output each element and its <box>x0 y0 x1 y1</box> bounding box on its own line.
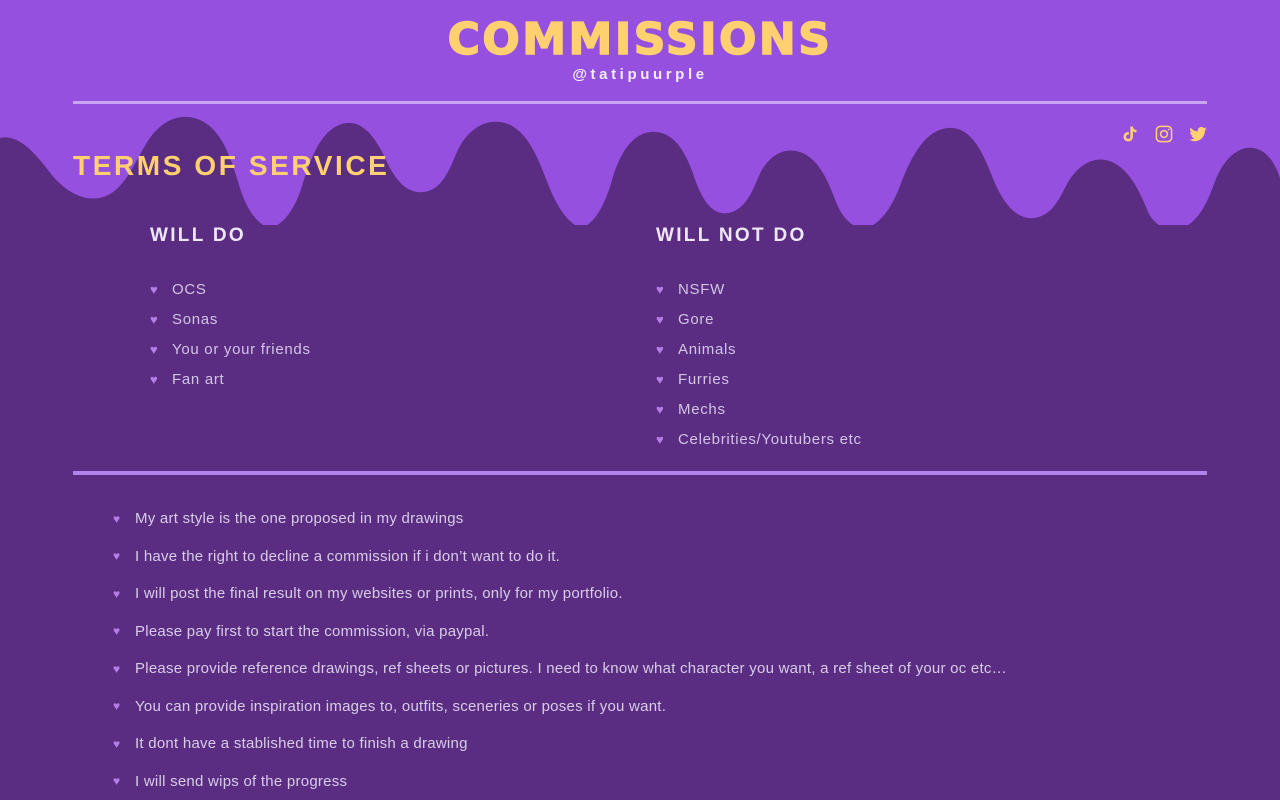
term-text: You can provide inspiration images to, o… <box>135 697 667 715</box>
term-text: Please pay first to start the commission… <box>135 622 490 640</box>
heart-bullet-icon: ♥ <box>113 661 121 676</box>
will-do-list: ♥ OCS ♥ Sonas ♥ You or your friends ♥ Fa… <box>150 274 610 394</box>
term-text: I have the right to decline a commission… <box>135 547 561 565</box>
heart-bullet-icon: ♥ <box>113 624 121 639</box>
heart-bullet-icon: ♥ <box>113 549 121 564</box>
heart-bullet-icon: ♥ <box>113 586 121 601</box>
heart-bullet-icon: ♥ <box>656 401 665 417</box>
will-do-title: WILL DO <box>150 225 246 246</box>
list-item: ♥ Celebrities/Youtubers etc <box>656 424 1156 454</box>
list-item: ♥ Animals <box>656 334 1156 364</box>
list-item: ♥ NSFW <box>656 274 1156 304</box>
heart-bullet-icon: ♥ <box>150 341 159 357</box>
list-item-label: Mechs <box>678 400 726 418</box>
list-item: ♥ OCS <box>150 274 610 304</box>
divider-top <box>73 101 1207 104</box>
terms-list: ♥ My art style is the one proposed in my… <box>0 500 1280 800</box>
heart-bullet-icon: ♥ <box>150 371 159 387</box>
heart-bullet-icon: ♥ <box>113 511 121 526</box>
term-text: Please provide reference drawings, ref s… <box>135 660 1007 678</box>
heart-bullet-icon: ♥ <box>150 311 159 327</box>
tiktok-icon[interactable] <box>1120 124 1140 144</box>
list-item-label: Animals <box>678 340 737 358</box>
will-not-do-column: WILL NOT DO ♥ NSFW ♥ Gore ♥ Animals ♥ Fu… <box>656 225 1156 454</box>
heart-bullet-icon: ♥ <box>656 341 665 357</box>
list-item-label: OCS <box>172 280 207 298</box>
list-item: ♥ Fan art <box>150 364 610 394</box>
list-item: ♥ Please provide reference drawings, ref… <box>0 650 1280 688</box>
list-item: ♥ I will post the final result on my web… <box>0 575 1280 613</box>
heart-bullet-icon: ♥ <box>150 281 159 297</box>
list-item-label: Furries <box>678 370 730 388</box>
heart-bullet-icon: ♥ <box>113 736 121 751</box>
twitter-icon[interactable] <box>1188 124 1208 144</box>
term-text: I will post the final result on my websi… <box>135 585 623 603</box>
term-text: I will send wips of the progress <box>135 772 348 790</box>
list-item-label: You or your friends <box>172 340 311 358</box>
heart-bullet-icon: ♥ <box>656 431 665 447</box>
list-item-label: Fan art <box>172 370 225 388</box>
heart-bullet-icon: ♥ <box>113 699 121 714</box>
list-item-label: Celebrities/Youtubers etc <box>678 430 862 448</box>
heart-bullet-icon: ♥ <box>656 281 665 297</box>
will-not-do-list: ♥ NSFW ♥ Gore ♥ Animals ♥ Furries ♥ Mech… <box>656 274 1156 454</box>
divider-middle <box>73 471 1207 475</box>
list-item: ♥ Gore <box>656 304 1156 334</box>
list-item: ♥ My art style is the one proposed in my… <box>0 500 1280 538</box>
will-do-column: WILL DO ♥ OCS ♥ Sonas ♥ You or your frie… <box>150 225 610 394</box>
list-item: ♥ Furries <box>656 364 1156 394</box>
heart-bullet-icon: ♥ <box>113 774 121 789</box>
social-links <box>1120 124 1208 144</box>
list-item: ♥ Sonas <box>150 304 610 334</box>
page-title: COMMISSIONS <box>447 13 833 66</box>
list-item-label: NSFW <box>678 280 725 298</box>
list-item: ♥ Please pay first to start the commissi… <box>0 613 1280 651</box>
list-item: ♥ You or your friends <box>150 334 610 364</box>
list-item-label: Sonas <box>172 310 219 328</box>
heart-bullet-icon: ♥ <box>656 311 665 327</box>
list-item: ♥ It dont have a stablished time to fini… <box>0 725 1280 763</box>
commissions-page: COMMISSIONS @tatipuurple TERMS OF SERVIC… <box>0 0 1280 800</box>
artist-handle: @tatipuurple <box>572 66 708 83</box>
list-item: ♥ Mechs <box>656 394 1156 424</box>
instagram-icon[interactable] <box>1154 124 1174 144</box>
list-item: ♥ You can provide inspiration images to,… <box>0 688 1280 726</box>
list-item: ♥ I will send wips of the progress <box>0 763 1280 800</box>
list-item-label: Gore <box>678 310 715 328</box>
will-not-do-title: WILL NOT DO <box>656 225 807 246</box>
term-text: It dont have a stablished time to finish… <box>135 735 468 753</box>
section-heading: TERMS OF SERVICE <box>73 150 390 181</box>
heart-bullet-icon: ♥ <box>656 371 665 387</box>
list-item: ♥ I have the right to decline a commissi… <box>0 538 1280 576</box>
term-text: My art style is the one proposed in my d… <box>135 510 464 528</box>
